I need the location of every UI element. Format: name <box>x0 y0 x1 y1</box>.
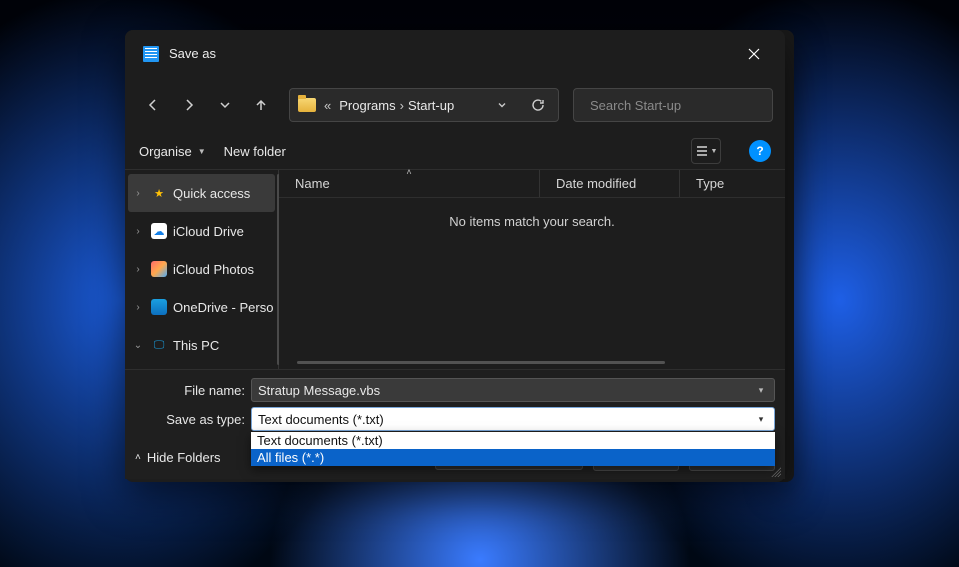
search-input[interactable] <box>590 98 766 113</box>
empty-state-message: No items match your search. <box>279 214 785 229</box>
sort-ascending-icon: ˄ <box>406 167 411 177</box>
up-button[interactable] <box>245 89 277 121</box>
chevron-up-icon: ˄ <box>135 452 141 463</box>
column-header-date[interactable]: Date modified <box>539 170 679 197</box>
save-as-dialog: Save as « Programs › Start-up <box>125 30 785 482</box>
breadcrumbs: Programs › Start-up <box>339 98 454 113</box>
file-list-area: ˄ Name Date modified Type No items match… <box>279 170 785 369</box>
search-box[interactable] <box>573 88 773 122</box>
notepad-icon <box>143 46 159 62</box>
navigation-row: « Programs › Start-up <box>125 77 785 133</box>
navigation-tree: › ★ Quick access › ☁ iCloud Drive › iClo… <box>125 170 279 369</box>
onedrive-icon <box>151 299 167 315</box>
sidebar-item-label: Quick access <box>173 186 250 201</box>
chevron-right-icon: › <box>396 98 408 113</box>
chevron-right-icon[interactable]: › <box>131 226 145 237</box>
column-header-name[interactable]: ˄ Name <box>279 170 539 197</box>
horizontal-scrollbar[interactable] <box>297 361 665 364</box>
breadcrumb-prefix: « <box>320 98 335 113</box>
cloud-icon: ☁ <box>151 223 167 239</box>
sidebar-item-this-pc[interactable]: ⌄ 🖵 This PC <box>125 326 278 364</box>
star-icon: ★ <box>151 185 167 201</box>
sidebar-item-label: This PC <box>173 338 219 353</box>
refresh-button[interactable] <box>522 89 554 121</box>
savetype-label: Save as type: <box>135 412 251 427</box>
savetype-value: Text documents (*.txt) <box>258 412 754 427</box>
photos-icon <box>151 261 167 277</box>
chevron-right-icon[interactable]: › <box>131 302 145 313</box>
back-button[interactable] <box>137 89 169 121</box>
filename-input[interactable] <box>258 383 754 398</box>
bottom-panel: File name: ▾ Save as type: Text document… <box>125 369 785 479</box>
organise-menu[interactable]: Organise ▼ <box>139 144 206 159</box>
hide-folders-button[interactable]: ˄ Hide Folders <box>135 450 221 465</box>
savetype-option-allfiles[interactable]: All files (*.*) <box>251 449 775 466</box>
arrow-left-icon <box>146 98 160 112</box>
dropdown-triangle-icon: ▼ <box>198 147 206 156</box>
breadcrumb-programs[interactable]: Programs <box>339 98 395 113</box>
chevron-down-icon <box>218 98 232 112</box>
address-dropdown-button[interactable] <box>490 100 514 110</box>
chevron-right-icon[interactable]: › <box>131 188 145 199</box>
address-bar[interactable]: « Programs › Start-up <box>289 88 559 122</box>
new-folder-button[interactable]: New folder <box>224 144 286 159</box>
chevron-down-icon[interactable]: ⌄ <box>131 340 145 351</box>
chevron-down-icon[interactable]: ▾ <box>754 385 768 396</box>
sidebar-item-label: iCloud Drive <box>173 224 244 239</box>
recent-locations-button[interactable] <box>209 89 241 121</box>
toolbar: Organise ▼ New folder ▼ ? <box>125 133 785 169</box>
sidebar-item-icloud-photos[interactable]: › iCloud Photos <box>125 250 278 288</box>
list-view-icon <box>695 145 709 157</box>
dropdown-triangle-icon: ▼ <box>711 148 718 155</box>
arrow-right-icon <box>182 98 196 112</box>
window-title: Save as <box>169 46 216 61</box>
titlebar: Save as <box>125 30 785 77</box>
filename-combobox[interactable]: ▾ <box>251 378 775 402</box>
close-icon <box>748 48 760 60</box>
monitor-icon: 🖵 <box>151 337 167 353</box>
column-headers: ˄ Name Date modified Type <box>279 170 785 198</box>
sidebar-item-onedrive[interactable]: › OneDrive - Perso <box>125 288 278 326</box>
folder-icon <box>298 98 316 112</box>
savetype-dropdown-list[interactable]: Text documents (*.txt) All files (*.*) <box>251 432 775 466</box>
savetype-combobox[interactable]: Text documents (*.txt) ▾ <box>251 407 775 431</box>
arrow-up-icon <box>254 98 268 112</box>
close-button[interactable] <box>731 39 777 69</box>
help-button[interactable]: ? <box>749 140 771 162</box>
filename-label: File name: <box>135 383 251 398</box>
refresh-icon <box>531 98 545 112</box>
chevron-down-icon <box>497 100 507 110</box>
breadcrumb-startup[interactable]: Start-up <box>408 98 454 113</box>
savetype-option-txt[interactable]: Text documents (*.txt) <box>251 432 775 449</box>
sidebar-item-icloud-drive[interactable]: › ☁ iCloud Drive <box>125 212 278 250</box>
sidebar-item-label: iCloud Photos <box>173 262 254 277</box>
column-header-type[interactable]: Type <box>679 170 785 197</box>
sidebar-item-quick-access[interactable]: › ★ Quick access <box>128 174 275 212</box>
sidebar-item-label: OneDrive - Perso <box>173 300 273 315</box>
resize-grip[interactable] <box>769 465 781 477</box>
chevron-down-icon[interactable]: ▾ <box>754 414 768 425</box>
forward-button[interactable] <box>173 89 205 121</box>
view-options-button[interactable]: ▼ <box>691 138 721 164</box>
chevron-right-icon[interactable]: › <box>131 264 145 275</box>
